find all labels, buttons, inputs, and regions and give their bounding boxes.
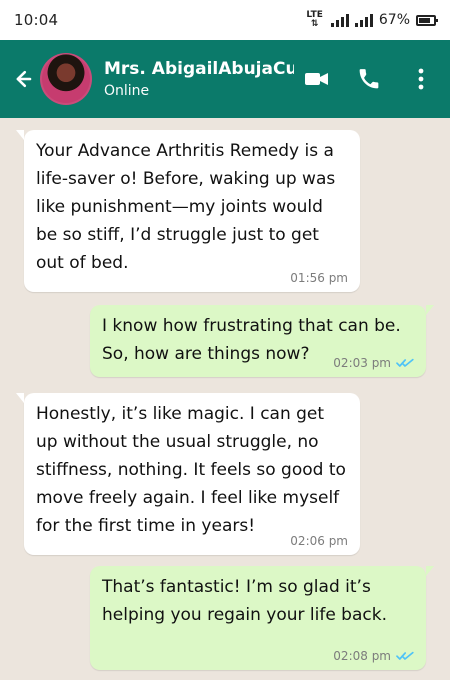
message-meta: 02:06 pm [290,534,348,548]
message-bubble-outgoing-2: That’s fantastic! I’m so glad it’s helpi… [90,566,434,670]
contact-info[interactable]: Mrs. AbigailAbujaCu Online [104,59,294,99]
chat-header: Mrs. AbigailAbujaCu Online [0,40,450,118]
battery-icon [416,14,438,26]
read-receipt-icon [396,358,414,368]
avatar[interactable] [40,53,92,105]
status-indicators: LTE ⇅ 67% [306,10,438,29]
message-meta: 02:03 pm [333,356,414,370]
message-text: Honestly, it’s like magic. I can get up … [36,404,346,536]
message-time: 02:06 pm [290,534,348,548]
data-arrows-icon: ⇅ [310,19,319,29]
message-meta: 02:08 pm [333,649,414,663]
message-text: Your Advance Arthritis Remedy is a life-… [36,141,336,273]
signal-strength-icon-2 [354,13,373,27]
contact-name: Mrs. AbigailAbujaCu [104,59,294,79]
lte-indicator: LTE ⇅ [306,10,323,29]
status-bar: 10:04 LTE ⇅ 67% [0,0,450,40]
video-call-icon[interactable] [304,66,330,92]
read-receipt-icon [396,651,414,661]
back-arrow-icon[interactable] [10,67,34,91]
battery-fill [419,17,430,23]
battery-percentage: 67% [378,12,410,28]
more-vertical-icon[interactable] [408,66,434,92]
phone-icon[interactable] [356,66,382,92]
message-bubble-incoming-1: Your Advance Arthritis Remedy is a life-… [16,130,360,292]
message-bubble-incoming-2: Honestly, it’s like magic. I can get up … [16,393,360,555]
signal-strength-icon [330,13,349,27]
message-time: 02:08 pm [333,649,391,663]
header-actions [304,66,450,92]
chat-area: Your Advance Arthritis Remedy is a life-… [0,118,450,680]
message-bubble-outgoing-1: I know how frustrating that can be. So, … [90,305,434,377]
status-time: 10:04 [14,11,59,29]
contact-status: Online [104,83,150,99]
message-text: That’s fantastic! I’m so glad it’s helpi… [102,577,387,625]
message-time: 02:03 pm [333,356,391,370]
message-meta: 01:56 pm [290,271,348,285]
message-time: 01:56 pm [290,271,348,285]
